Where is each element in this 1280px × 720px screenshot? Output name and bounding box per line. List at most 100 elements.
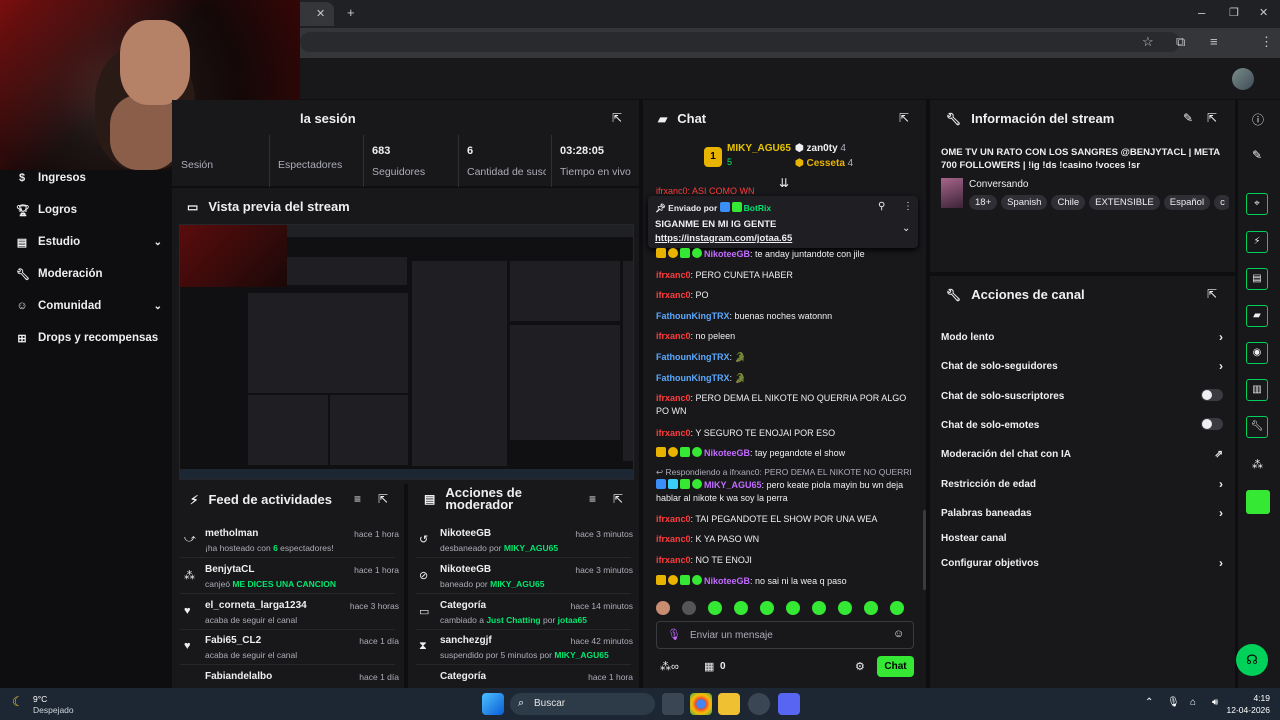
monitor-icon: ▭ [187,199,199,214]
discord-icon[interactable] [778,693,800,715]
volume-icon[interactable]: 🔊︎ [1212,697,1218,708]
emotes-only-toggle[interactable] [1201,417,1223,430]
pin-toggle-icon[interactable]: ⚲ [878,201,885,212]
emote-icon [838,601,852,615]
more-options-icon[interactable]: ⋮ [903,201,913,212]
window-close-icon[interactable]: ✕ [1259,6,1268,20]
close-tab-icon[interactable]: ✕ [316,7,325,21]
document-icon[interactable]: ▤ [1246,268,1268,290]
maximize-icon[interactable]: ❐ [1229,6,1239,20]
bookmark-star-icon[interactable]: ☆ [1142,35,1154,49]
sidebar-item-ingresos[interactable]: $ Ingresos [16,168,162,188]
tag-list: 18+ Spanish Chile EXTENSIBLE Español c [969,194,1229,210]
sidebar-item-comunidad[interactable]: ☺ Comunidad ⌄ [16,296,162,316]
support-icon[interactable]: ☊ [1236,644,1268,676]
filter-icon[interactable]: ≡ [589,492,596,506]
action-host-channel[interactable]: Hostear canal [941,528,1223,548]
chat-message: ifrxanc0: Y SEGURO TE ENOJAI POR ESO [656,428,836,438]
popout-icon[interactable]: ⇱ [612,111,622,125]
action-banned-words[interactable]: Palabras baneadas › [941,503,1223,523]
microphone-icon[interactable]: 🎙︎ [667,628,681,641]
store-icon[interactable]: ▦ [704,660,714,673]
action-goals[interactable]: Configurar objetivos › [941,553,1223,573]
task-view-icon[interactable] [662,693,684,715]
steam-icon[interactable] [748,693,770,715]
sidebar-item-moderacion[interactable]: 🔧︎ Moderación [16,264,162,284]
popout-icon[interactable]: ⇱ [1207,287,1217,301]
list-item: ↺ NikoteeGB hace 3 minutos desbaneado por M… [419,528,633,553]
list-item: ♥ el_corneta_larga1234 hace 3 horas acaba d… [184,600,399,625]
chat-input[interactable]: 🎙︎ Enviar un mensaje ☺ [656,621,914,649]
action-slow-mode[interactable]: Modo lento › [941,327,1223,347]
filter-icon[interactable]: ≡ [354,492,361,506]
chrome-icon[interactable] [690,693,712,715]
new-tab-icon[interactable]: + [347,6,355,20]
emote-quick-bar[interactable] [656,600,914,616]
avatar[interactable] [1232,68,1254,90]
popout-icon[interactable]: ⇱ [899,111,909,125]
popout-icon[interactable]: ⇱ [613,492,623,506]
chevron-right-icon: › [1219,556,1223,570]
stat-subs: 6Cantidad de suscripciones [458,135,546,187]
menu-dots-icon[interactable]: ⋮ [1260,35,1273,49]
chat-scrollbar[interactable] [923,510,926,590]
channel-points-icon[interactable]: ⁂∞ [660,660,679,673]
edit-icon[interactable]: ✎ [1252,148,1262,162]
external-link-icon: ⇗ [1214,448,1223,460]
drops-icon: ⊞ [17,332,27,345]
bolt-icon[interactable]: ⚡︎ [1246,231,1268,253]
file-explorer-icon[interactable] [718,693,740,715]
subs-only-toggle[interactable] [1201,388,1223,401]
stream-preview[interactable] [179,224,634,480]
taskbar-search[interactable]: ⌕ Buscar [510,693,655,715]
action-followers-only[interactable]: Chat de solo-seguidores › [941,356,1223,376]
windows-start-icon[interactable] [482,693,504,715]
app-icon[interactable] [1246,490,1270,514]
media-icon[interactable]: ≡ [1210,35,1218,49]
microphone-icon[interactable]: 🎙︎ [1167,697,1180,708]
tag: EXTENSIBLE [1089,195,1160,210]
people-icon: ☺ [16,300,28,312]
chat-message: ifrxanc0: K YA PASO WN [656,534,760,544]
pin-icon: 📌︎ [655,203,666,213]
info-icon[interactable]: ⓘ [1252,111,1264,128]
send-chat-button[interactable]: Chat [877,656,914,677]
emote-picker-icon[interactable]: ☺ [893,628,904,640]
heart-icon: ♥ [184,605,191,617]
clip-icon[interactable]: ⌖ [1246,193,1268,215]
minimize-icon[interactable]: – [1198,6,1205,20]
chevron-up-icon[interactable]: ⌃ [1145,697,1153,708]
action-age-restriction[interactable]: Restricción de edad › [941,474,1223,494]
sidebar-item-logros[interactable]: 🏆︎ Logros [16,200,162,220]
address-bar[interactable] [300,32,1180,52]
list-item: ♥ Fabi65_CL2 hace 1 día acaba de seguir el … [184,635,399,660]
popout-icon[interactable]: ⇱ [1207,111,1217,125]
settings-icon[interactable]: ⚙︎ [855,660,865,673]
chat-bubble-icon[interactable]: ▰ [1246,305,1268,327]
category-name: Conversando [969,179,1029,190]
chevron-right-icon: › [1219,506,1223,520]
expand-leaderboard-icon[interactable]: ⇊ [779,176,789,190]
broadcast-icon[interactable]: ◉ [1246,342,1268,364]
wrench-icon[interactable]: 🔧︎ [1246,416,1268,438]
clock-time[interactable]: 4:19 [1236,693,1270,703]
pinned-link[interactable]: https://instagram.com/jotaa.65 [655,233,792,244]
mod-actions-title: ▤ Acciones de moderador [424,485,522,512]
pinned-message[interactable]: 📌︎ Enviado por BotRix ⚲ ⋮ SIGANME EN MI … [648,196,918,248]
sidebar-item-estudio[interactable]: ▤ Estudio ⌄ [16,232,162,252]
layout-icon[interactable]: ▥ [1246,379,1268,401]
points-icon[interactable]: ⁂ [1252,458,1263,471]
chat-message-partial: ifrxanc0: ASI COMO WN [656,186,755,194]
action-emotes-only[interactable]: Chat de solo-emotes [941,415,1223,435]
action-ai-moderation[interactable]: Moderación del chat con IA ⇗ [941,444,1223,464]
chevron-down-icon[interactable]: ⌄ [902,223,910,234]
network-icon[interactable]: ⌂ [1190,697,1196,708]
sidebar-item-drops[interactable]: ⊞ Drops y recompensas [16,328,162,348]
chat-message: FathounKingTRX: buenas noches watonnn [656,311,833,321]
clock-date[interactable]: 12-04-2026 [1222,705,1270,715]
edit-icon[interactable]: ✎ [1183,111,1193,125]
popout-icon[interactable]: ⇱ [378,492,388,506]
extensions-icon[interactable]: ⧉ [1176,35,1185,49]
action-subs-only[interactable]: Chat de solo-suscriptores [941,386,1223,406]
tag: c [1214,195,1229,210]
